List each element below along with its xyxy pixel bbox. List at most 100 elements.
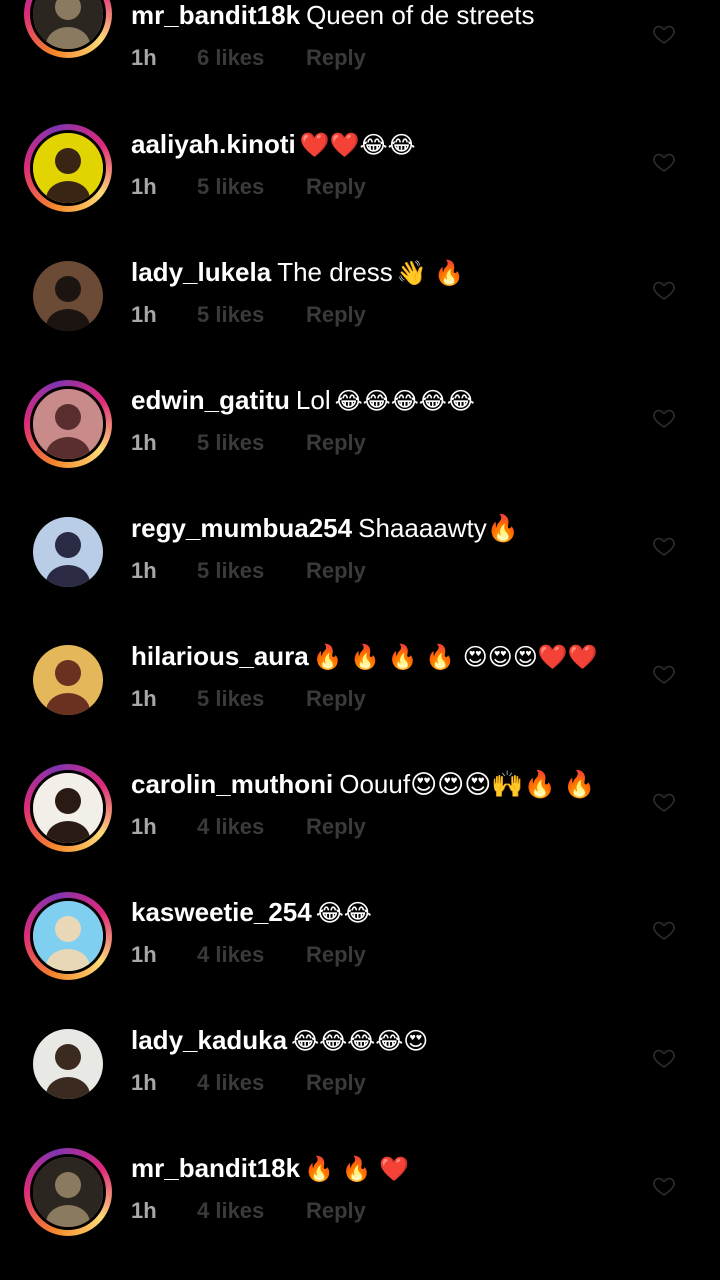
- comment-emoji: 🔥 🔥 ❤️: [304, 1155, 409, 1183]
- comment-line: regy_mumbua254 Shaaaawty🔥: [131, 510, 523, 546]
- heart-outline-icon[interactable]: [652, 534, 676, 558]
- avatar-ring[interactable]: [24, 0, 112, 58]
- username[interactable]: mr_bandit18k: [131, 1153, 300, 1183]
- heart-outline-icon[interactable]: [652, 918, 676, 942]
- reply-button[interactable]: Reply: [306, 812, 366, 842]
- comment-meta: 1h 5 likes Reply: [131, 556, 366, 586]
- likes-count[interactable]: 4 likes: [197, 812, 264, 842]
- avatar-image: [33, 773, 103, 843]
- comment-row: edwin_gatitu Lol 😂😂😂😂😂 1h 5 likes Reply: [0, 380, 720, 512]
- comment-line: hilarious_aura 🔥 🔥 🔥 🔥 😍😍😍❤️❤️: [131, 638, 598, 674]
- comment-line: kasweetie_254 😂😂: [131, 894, 372, 930]
- reply-button[interactable]: Reply: [306, 1196, 366, 1226]
- comment-line: lady_kaduka 😂😂😂😂😍: [131, 1022, 428, 1058]
- reply-button[interactable]: Reply: [306, 1068, 366, 1098]
- avatar-ring[interactable]: [24, 508, 112, 596]
- avatar-ring[interactable]: [24, 380, 112, 468]
- comment-line: aaliyah.kinoti ❤️❤️😂😂: [131, 126, 416, 162]
- comment-time: 1h: [131, 814, 157, 839]
- avatar[interactable]: [30, 386, 106, 462]
- heart-outline-icon[interactable]: [652, 22, 676, 46]
- avatar-image: [33, 261, 103, 331]
- likes-count[interactable]: 5 likes: [197, 684, 264, 714]
- username[interactable]: edwin_gatitu: [131, 385, 290, 415]
- heart-outline-icon[interactable]: [652, 1046, 676, 1070]
- avatar-image: [33, 1029, 103, 1099]
- heart-outline-icon[interactable]: [652, 278, 676, 302]
- comment-row: mr_bandit18k 🔥 🔥 ❤️ 1h 4 likes Reply: [0, 1148, 720, 1280]
- heart-outline-icon[interactable]: [652, 1174, 676, 1198]
- avatar[interactable]: [30, 898, 106, 974]
- username[interactable]: hilarious_aura: [131, 641, 309, 671]
- likes-count[interactable]: 4 likes: [197, 1068, 264, 1098]
- comment-meta: 1h 4 likes Reply: [131, 1196, 366, 1226]
- reply-button[interactable]: Reply: [306, 556, 366, 586]
- avatar[interactable]: [30, 770, 106, 846]
- comment-text: Lol: [295, 385, 331, 415]
- comment-text: Shaaaawty🔥: [358, 513, 520, 543]
- likes-count[interactable]: 5 likes: [197, 300, 264, 330]
- avatar-ring[interactable]: [24, 764, 112, 852]
- reply-button[interactable]: Reply: [306, 684, 366, 714]
- avatar-ring[interactable]: [24, 892, 112, 980]
- username[interactable]: lady_kaduka: [131, 1025, 287, 1055]
- comment-time: 1h: [131, 558, 157, 583]
- reply-button[interactable]: Reply: [306, 428, 366, 458]
- avatar[interactable]: [30, 1154, 106, 1230]
- avatar[interactable]: [30, 130, 106, 206]
- likes-count[interactable]: 6 likes: [197, 43, 264, 73]
- comment-row: kasweetie_254 😂😂 1h 4 likes Reply: [0, 892, 720, 1024]
- username[interactable]: aaliyah.kinoti: [131, 129, 296, 159]
- comment-time: 1h: [131, 174, 157, 199]
- comment-emoji: 😂😂😂😂😂: [334, 387, 475, 415]
- comment-row: lady_kaduka 😂😂😂😂😍 1h 4 likes Reply: [0, 1024, 720, 1152]
- likes-count[interactable]: 5 likes: [197, 428, 264, 458]
- avatar-ring[interactable]: [24, 124, 112, 212]
- avatar-image: [33, 517, 103, 587]
- username[interactable]: carolin_muthoni: [131, 769, 333, 799]
- likes-count[interactable]: 4 likes: [197, 1196, 264, 1226]
- avatar[interactable]: [33, 261, 103, 331]
- avatar-ring[interactable]: [24, 1148, 112, 1236]
- comment-row: hilarious_aura 🔥 🔥 🔥 🔥 😍😍😍❤️❤️ 1h 5 likes…: [0, 640, 720, 768]
- comment-meta: 1h 4 likes Reply: [131, 940, 366, 970]
- avatar-image: [33, 1157, 103, 1227]
- avatar[interactable]: [33, 1029, 103, 1099]
- username[interactable]: kasweetie_254: [131, 897, 312, 927]
- comment-meta: 1h 4 likes Reply: [131, 1068, 366, 1098]
- likes-count[interactable]: 4 likes: [197, 940, 264, 970]
- comment-emoji: 😂😂: [315, 899, 372, 927]
- comment-line: mr_bandit18k 🔥 🔥 ❤️: [131, 1150, 409, 1186]
- username[interactable]: mr_bandit18k: [131, 0, 300, 30]
- comment-time: 1h: [131, 942, 157, 967]
- heart-outline-icon[interactable]: [652, 150, 676, 174]
- reply-button[interactable]: Reply: [306, 172, 366, 202]
- comment-emoji: ❤️❤️😂😂: [299, 131, 416, 159]
- comment-line: lady_lukela The dress 👋 🔥: [131, 254, 464, 290]
- comment-row: lady_lukela The dress 👋 🔥 1h 5 likes Reply: [0, 256, 720, 384]
- reply-button[interactable]: Reply: [306, 940, 366, 970]
- heart-outline-icon[interactable]: [652, 406, 676, 430]
- avatar-ring[interactable]: [24, 1020, 112, 1108]
- avatar[interactable]: [30, 0, 106, 52]
- heart-outline-icon[interactable]: [652, 790, 676, 814]
- avatar[interactable]: [33, 645, 103, 715]
- reply-button[interactable]: Reply: [306, 300, 366, 330]
- username[interactable]: lady_lukela: [131, 257, 271, 287]
- comment-row: mr_bandit18k Queen of de streets 1h 6 lik…: [0, 0, 720, 128]
- likes-count[interactable]: 5 likes: [197, 172, 264, 202]
- avatar-ring[interactable]: [24, 252, 112, 340]
- comment-text: The dress: [277, 257, 393, 287]
- comment-meta: 1h 5 likes Reply: [131, 172, 366, 202]
- avatar-ring[interactable]: [24, 636, 112, 724]
- likes-count[interactable]: 5 likes: [197, 556, 264, 586]
- comment-row: aaliyah.kinoti ❤️❤️😂😂 1h 5 likes Reply: [0, 124, 720, 256]
- avatar[interactable]: [33, 517, 103, 587]
- avatar-image: [33, 0, 103, 49]
- comment-text: Queen of de streets: [306, 0, 535, 30]
- comment-line: edwin_gatitu Lol 😂😂😂😂😂: [131, 382, 475, 418]
- avatar-image: [33, 133, 103, 203]
- heart-outline-icon[interactable]: [652, 662, 676, 686]
- reply-button[interactable]: Reply: [306, 43, 366, 73]
- username[interactable]: regy_mumbua254: [131, 513, 352, 543]
